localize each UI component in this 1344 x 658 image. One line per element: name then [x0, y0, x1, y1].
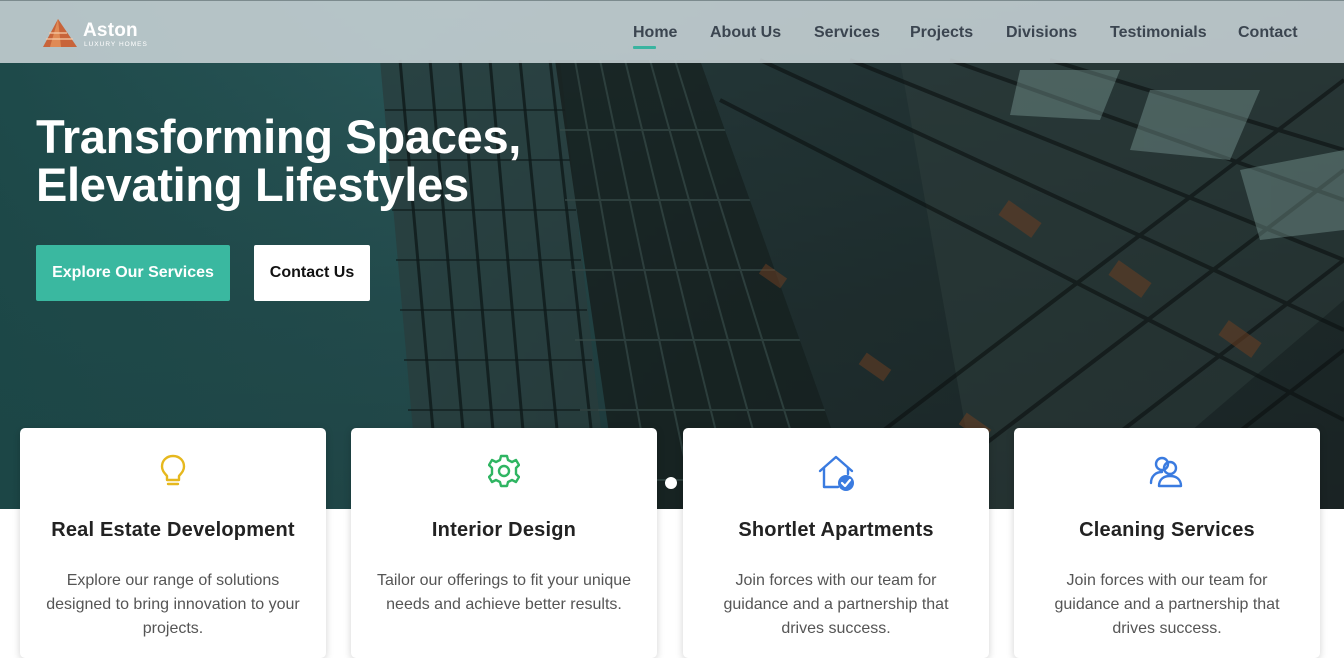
nav-testimonials[interactable]: Testimonials — [1110, 23, 1207, 43]
service-card-shortlet-apartments[interactable]: Shortlet Apartments Join forces with our… — [683, 428, 989, 658]
nav-home[interactable]: Home — [633, 23, 677, 43]
hero-title-line-2: Elevating Lifestyles — [36, 158, 469, 211]
nav-about-us[interactable]: About Us — [710, 23, 781, 43]
hero-title: Transforming Spaces, Elevating Lifestyle… — [36, 113, 656, 209]
card-description: Join forces with our team for guidance a… — [723, 572, 949, 637]
nav-contact[interactable]: Contact — [1238, 23, 1298, 43]
explore-services-button[interactable]: Explore Our Services — [36, 245, 230, 301]
nav-active-indicator — [633, 46, 656, 49]
home-check-icon — [818, 455, 854, 491]
nav-divisions[interactable]: Divisions — [1006, 23, 1077, 43]
hero-title-line-1: Transforming Spaces, — [36, 110, 522, 163]
card-title: Real Estate Development — [51, 519, 295, 541]
users-icon — [1149, 456, 1183, 488]
logo-triangle-icon — [43, 19, 77, 47]
carousel-dot[interactable] — [665, 477, 677, 489]
gear-icon — [488, 454, 520, 488]
service-card-cleaning-services[interactable]: Cleaning Services Join forces with our t… — [1014, 428, 1320, 658]
service-card-real-estate[interactable]: Real Estate Development Explore our rang… — [20, 428, 326, 658]
card-title: Shortlet Apartments — [738, 519, 934, 541]
logo-tagline: LUXURY HOMES — [84, 41, 148, 48]
logo[interactable]: Aston LUXURY HOMES — [43, 17, 163, 51]
card-description: Tailor our offerings to fit your unique … — [376, 572, 632, 613]
card-description: Explore our range of solutions designed … — [46, 572, 300, 637]
service-card-interior-design[interactable]: Interior Design Tailor our offerings to … — [351, 428, 657, 658]
site-header: Aston LUXURY HOMES Home About Us Service… — [0, 0, 1344, 63]
contact-us-button[interactable]: Contact Us — [254, 245, 370, 301]
lightbulb-icon — [160, 454, 186, 486]
card-title: Interior Design — [431, 519, 577, 541]
card-description: Join forces with our team for guidance a… — [1054, 572, 1280, 637]
nav-services[interactable]: Services — [814, 23, 880, 43]
logo-name: Aston — [83, 20, 138, 41]
nav-projects[interactable]: Projects — [910, 23, 973, 43]
card-title: Cleaning Services — [1079, 519, 1255, 541]
